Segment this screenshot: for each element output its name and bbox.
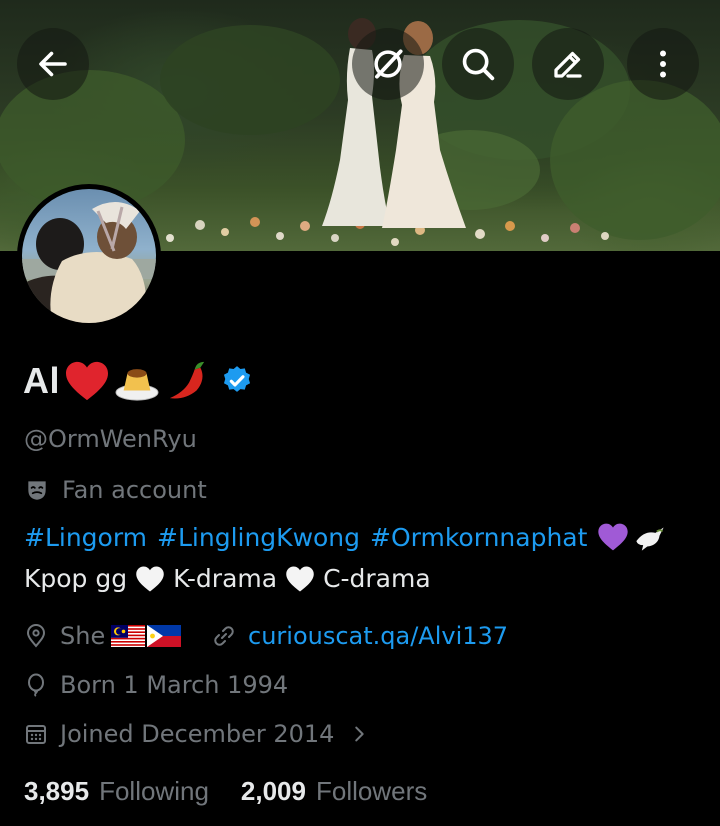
joined-label: Joined December 2014 <box>60 720 335 748</box>
display-name: Al <box>23 360 60 401</box>
website[interactable]: curiouscat.qa/Alvi137 <box>212 622 508 650</box>
profile-category: Fan account <box>24 476 207 504</box>
avatar-image <box>22 189 156 323</box>
following-link[interactable]: 3,895 Following <box>24 776 209 807</box>
philippines-flag-icon <box>147 625 182 647</box>
handle: @OrmWenRyu <box>24 425 197 453</box>
white-heart-icon <box>136 566 164 591</box>
hashtag-link[interactable]: #LinglingKwong <box>157 523 360 552</box>
grok-button[interactable] <box>352 28 424 100</box>
birthday: Born 1 March 1994 <box>24 671 288 699</box>
dove-icon <box>636 527 665 551</box>
balloon-icon <box>28 673 44 697</box>
more-vertical-icon <box>660 50 666 78</box>
purple-heart-icon <box>598 523 629 551</box>
location-pin-icon <box>26 624 46 648</box>
bio-text: Kpop gg <box>24 564 128 593</box>
edit-button[interactable] <box>532 28 604 100</box>
bio-text: K-drama <box>173 564 278 593</box>
joined-date[interactable]: Joined December 2014 <box>24 720 370 748</box>
red-heart-icon <box>66 361 108 401</box>
following-label: Following <box>99 776 209 806</box>
followers-label: Followers <box>315 776 428 806</box>
display-name-row: Al <box>23 356 254 406</box>
verified-badge-icon[interactable] <box>220 364 254 398</box>
slash-circle-icon <box>374 49 403 79</box>
white-heart-icon <box>286 566 314 591</box>
search-icon <box>462 48 495 81</box>
arrow-left-icon <box>39 51 67 77</box>
more-button[interactable] <box>627 28 699 100</box>
chili-pepper-icon <box>169 361 205 399</box>
website-link[interactable]: curiouscat.qa/Alvi137 <box>248 622 508 650</box>
avatar[interactable] <box>17 184 161 328</box>
birthday-label: Born 1 March 1994 <box>60 671 289 699</box>
pronouns-label: She <box>60 622 106 650</box>
category-label: Fan account <box>62 476 207 504</box>
bio-line-1: #Lingorm #LinglingKwong #Ormkornnaphat <box>24 522 667 552</box>
followers-link[interactable]: 2,009 Followers <box>241 776 427 807</box>
pencil-icon <box>554 51 582 78</box>
bio-line-2: Kpop gg K-drama C-drama <box>24 564 431 593</box>
bio-text: C-drama <box>323 564 431 593</box>
hashtag-link[interactable]: #Ormkornnaphat <box>370 523 587 552</box>
chevron-right-icon[interactable] <box>348 723 370 745</box>
follow-stats: 3,895 Following 2,009 Followers <box>24 776 427 807</box>
back-button[interactable] <box>17 28 89 100</box>
search-button[interactable] <box>442 28 514 100</box>
followers-count: 2,009 <box>240 776 306 806</box>
link-icon <box>214 626 234 646</box>
following-count: 3,895 <box>24 776 90 806</box>
malaysia-flag-icon <box>111 625 146 647</box>
flan-icon <box>115 369 159 401</box>
hashtag-link[interactable]: #Lingorm <box>24 523 147 552</box>
masks-icon <box>28 481 46 500</box>
calendar-icon <box>26 725 46 744</box>
pronouns: She <box>24 622 182 650</box>
